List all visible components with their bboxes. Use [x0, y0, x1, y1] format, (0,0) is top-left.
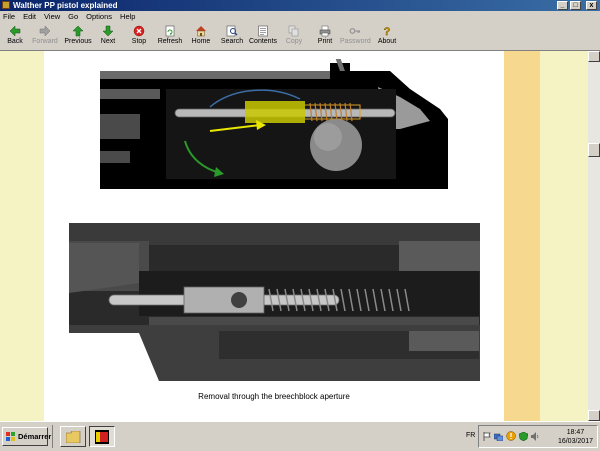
refresh-label: Refresh — [157, 38, 183, 45]
print-label: Print — [317, 38, 333, 45]
password-label: Password — [340, 38, 371, 45]
search-button[interactable]: Search — [220, 25, 244, 49]
down-arrow-icon — [102, 25, 114, 37]
help-app-icon — [95, 430, 109, 444]
image-caption: Removal through the breechblock aperture — [198, 392, 350, 401]
toolbar: Back Forward Previous Next Stop Refresh … — [0, 23, 600, 51]
menu-help[interactable]: Help — [116, 11, 139, 23]
contents-icon — [258, 25, 268, 37]
back-button[interactable]: Back — [2, 25, 28, 49]
back-arrow-icon — [9, 25, 21, 37]
menu-options[interactable]: Options — [82, 11, 116, 23]
content-page: Removal through the breechblock aperture — [44, 51, 504, 421]
key-icon — [349, 28, 361, 34]
copy-icon — [288, 25, 299, 37]
print-icon — [319, 25, 331, 37]
taskbar-folder-button[interactable] — [60, 426, 86, 447]
clock-date: 16/03/2017 — [557, 438, 593, 445]
breechblock-photo — [69, 223, 480, 381]
flag-icon[interactable] — [483, 432, 491, 441]
question-icon: ? — [383, 26, 391, 37]
language-indicator[interactable]: FR — [466, 432, 475, 439]
search-label: Search — [220, 38, 244, 45]
forward-button[interactable]: Forward — [30, 25, 60, 49]
search-icon — [226, 25, 238, 37]
minimize-button[interactable]: _ — [557, 1, 568, 10]
menu-edit[interactable]: Edit — [19, 11, 40, 23]
system-tray: 18:47 16/03/2017 — [478, 425, 598, 448]
maximize-button[interactable]: □ — [570, 1, 581, 10]
menu-view[interactable]: View — [40, 11, 64, 23]
scroll-down-arrow-icon[interactable] — [588, 410, 600, 421]
next-button[interactable]: Next — [97, 25, 119, 49]
close-button[interactable]: x — [586, 1, 597, 10]
back-label: Back — [7, 38, 23, 45]
home-button[interactable]: Home — [191, 25, 211, 49]
up-arrow-icon — [72, 25, 84, 37]
previous-button[interactable]: Previous — [63, 25, 93, 49]
menu-file[interactable]: File — [0, 11, 19, 23]
system-clock[interactable]: 18:47 16/03/2017 — [558, 428, 593, 446]
start-button[interactable]: Démarrer — [2, 427, 52, 446]
contents-button[interactable]: Contents — [249, 25, 277, 49]
password-button[interactable]: Password — [340, 25, 371, 49]
clock-time: 18:47 — [566, 429, 585, 436]
print-button[interactable]: Print — [315, 25, 335, 49]
previous-label: Previous — [64, 38, 92, 45]
copy-label: Copy — [285, 38, 303, 45]
refresh-icon — [165, 25, 175, 37]
copy-button[interactable]: Copy — [284, 25, 304, 49]
update-icon[interactable] — [506, 431, 516, 441]
stop-label: Stop — [131, 38, 147, 45]
home-icon — [196, 26, 206, 37]
decorative-band — [504, 51, 540, 421]
start-label: Démarrer — [18, 432, 52, 441]
forward-label: Forward — [32, 38, 58, 45]
menu-bar: File Edit View Go Options Help — [0, 11, 600, 23]
forward-arrow-icon — [39, 25, 51, 37]
network-icon[interactable] — [494, 432, 503, 441]
contents-label: Contents — [249, 38, 278, 45]
taskbar-help-app-button[interactable] — [89, 426, 115, 447]
next-label: Next — [100, 38, 116, 45]
about-label: About — [377, 38, 397, 45]
window-title: Walther PP pistol explained — [13, 1, 118, 10]
help-content-area: Removal through the breechblock aperture — [0, 51, 588, 421]
pistol-mechanism-diagram — [100, 59, 448, 189]
vertical-scrollbar[interactable] — [588, 51, 600, 421]
windows-logo-icon — [6, 432, 15, 441]
home-label: Home — [191, 38, 211, 45]
app-icon — [2, 1, 10, 9]
stop-icon — [133, 25, 145, 37]
security-icon[interactable] — [519, 432, 528, 441]
folder-icon — [66, 431, 81, 443]
taskbar: Démarrer FR 18:47 16/03/2017 — [0, 421, 600, 451]
about-button[interactable]: ? About — [376, 25, 398, 49]
scroll-thumb[interactable] — [588, 143, 600, 157]
svg-text:?: ? — [384, 26, 391, 37]
volume-icon[interactable] — [531, 432, 540, 441]
stop-button[interactable]: Stop — [129, 25, 149, 49]
refresh-button[interactable]: Refresh — [157, 25, 183, 49]
menu-go[interactable]: Go — [64, 11, 82, 23]
scroll-up-arrow-icon[interactable] — [588, 51, 600, 62]
title-bar: Walther PP pistol explained _ □ x — [0, 0, 600, 11]
